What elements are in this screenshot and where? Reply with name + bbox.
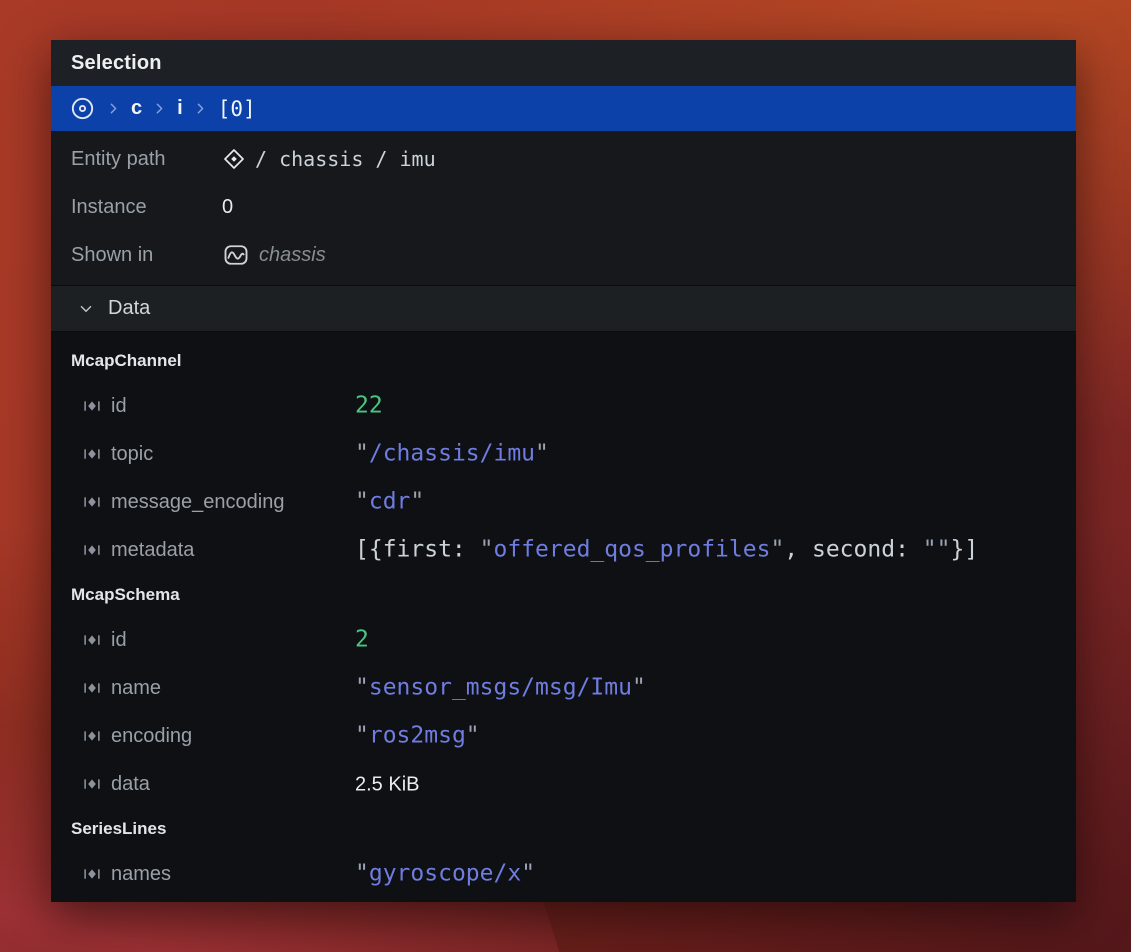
shown-in-row: Shown in chassis [51, 231, 1076, 279]
component-icon [81, 863, 103, 885]
component-row[interactable]: metadata [{first: "offered_qos_profiles"… [51, 526, 1076, 574]
component-row[interactable]: data 2.5 KiB [51, 760, 1076, 808]
row-value: "gyroscope/x" [355, 863, 535, 886]
component-icon [81, 629, 103, 651]
component-row[interactable]: name "sensor_msgs/msg/Imu" [51, 664, 1076, 712]
group-header: McapSchema [51, 574, 1076, 616]
data-section-title: Data [108, 297, 150, 320]
breadcrumb: c i [0] [51, 86, 1076, 131]
shown-in-label: Shown in [71, 244, 222, 267]
group-rows: id 2 name "sensor_msgs/msg/Imu" encoding… [51, 616, 1076, 808]
entity-icon [222, 147, 246, 171]
recording-icon[interactable] [69, 95, 96, 122]
component-icon [81, 491, 103, 513]
row-value: 22 [355, 395, 383, 418]
row-label: data [111, 773, 150, 796]
row-value: "/chassis/imu" [355, 443, 549, 466]
row-value: "sensor_msgs/msg/Imu" [355, 677, 646, 700]
data-body: McapChannel id 22 topic "/chassis/imu" m… [51, 332, 1076, 902]
row-label: encoding [111, 725, 192, 748]
row-value: [{first: "offered_qos_profiles", second:… [355, 539, 978, 562]
component-row[interactable]: names "gyroscope/x" [51, 850, 1076, 898]
component-icon [81, 539, 103, 561]
row-label: id [111, 629, 127, 652]
row-value: "ros2msg" [355, 725, 480, 748]
component-icon [81, 443, 103, 465]
shown-in-value: chassis [222, 241, 326, 269]
panel-title-bar: Selection [51, 40, 1076, 86]
chevron-right-icon [192, 100, 209, 117]
row-value: 2.5 KiB [355, 773, 419, 796]
selection-info: Entity path / chassis / imu Instance 0 S… [51, 131, 1076, 285]
breadcrumb-item-imu[interactable]: i [177, 97, 183, 120]
timeseries-view-icon [222, 241, 250, 269]
chevron-right-icon [151, 100, 168, 117]
instance-label: Instance [71, 196, 222, 219]
panel-title: Selection [71, 52, 162, 75]
entity-path-text[interactable]: / chassis / imu [255, 147, 436, 171]
entity-path-label: Entity path [71, 148, 222, 171]
component-icon [81, 395, 103, 417]
chevron-right-icon [105, 100, 122, 117]
entity-path-value: / chassis / imu [222, 147, 436, 171]
desktop-wallpaper: Selection c i [0] Entity path [0, 0, 1131, 952]
breadcrumb-item-instance[interactable]: [0] [218, 97, 256, 121]
component-row[interactable]: encoding "ros2msg" [51, 712, 1076, 760]
group-header: SeriesLines [51, 808, 1076, 850]
row-value: "cdr" [355, 491, 424, 514]
instance-number: 0 [222, 196, 233, 219]
instance-value: 0 [222, 196, 233, 219]
row-label: id [111, 395, 127, 418]
instance-row: Instance 0 [51, 183, 1076, 231]
chevron-down-icon [77, 300, 95, 318]
group-rows: names "gyroscope/x" [51, 850, 1076, 898]
row-label: metadata [111, 539, 194, 562]
component-group: SeriesLines names "gyroscope/x" [51, 808, 1076, 898]
component-group: McapSchema id 2 name "sensor_msgs/msg/Im… [51, 574, 1076, 808]
entity-path-row: Entity path / chassis / imu [51, 135, 1076, 183]
component-row[interactable]: id 22 [51, 382, 1076, 430]
component-row[interactable]: topic "/chassis/imu" [51, 430, 1076, 478]
selection-panel: Selection c i [0] Entity path [51, 40, 1076, 902]
component-row[interactable]: id 2 [51, 616, 1076, 664]
component-icon [81, 677, 103, 699]
row-value: 2 [355, 629, 369, 652]
row-label: topic [111, 443, 153, 466]
data-section-header[interactable]: Data [51, 285, 1076, 332]
component-row[interactable]: message_encoding "cdr" [51, 478, 1076, 526]
group-rows: id 22 topic "/chassis/imu" message_encod… [51, 382, 1076, 574]
component-icon [81, 773, 103, 795]
group-header: McapChannel [51, 340, 1076, 382]
breadcrumb-item-chassis[interactable]: c [131, 97, 142, 120]
row-label: message_encoding [111, 491, 284, 514]
component-group: McapChannel id 22 topic "/chassis/imu" m… [51, 340, 1076, 574]
row-label: names [111, 863, 171, 886]
row-label: name [111, 677, 161, 700]
shown-in-view-link[interactable]: chassis [259, 244, 326, 267]
component-icon [81, 725, 103, 747]
